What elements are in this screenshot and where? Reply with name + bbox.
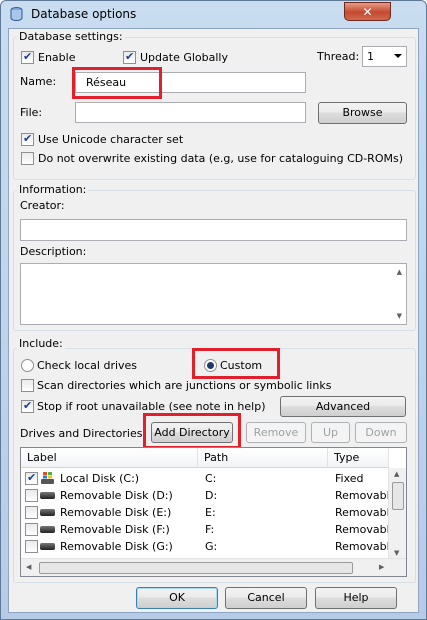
scroll-right-arrow-icon[interactable]: ▶: [379, 563, 384, 571]
no-overwrite-checkbox[interactable]: [21, 152, 34, 165]
check-local-drives-radio[interactable]: [21, 359, 34, 372]
include-legend: Include:: [17, 337, 65, 350]
description-textarea[interactable]: ▲ ▼: [20, 263, 407, 325]
information-legend: Information:: [17, 183, 89, 196]
row-checkbox[interactable]: [25, 540, 38, 553]
down-button[interactable]: Down: [355, 422, 407, 443]
close-button[interactable]: ✕: [344, 2, 391, 21]
custom-highlight-box: [192, 348, 280, 379]
row-path: F:: [205, 523, 215, 536]
enable-label: Enable: [38, 51, 76, 64]
thread-select[interactable]: 1: [362, 46, 407, 67]
chevron-down-icon: [394, 54, 402, 58]
description-label: Description:: [20, 245, 87, 258]
row-checkbox[interactable]: [25, 489, 38, 502]
unicode-checkbox[interactable]: [21, 132, 34, 146]
horizontal-scrollbar[interactable]: ◀ ▶: [21, 558, 406, 576]
update-globally-label: Update Globally: [140, 51, 228, 64]
scroll-thumb-horizontal[interactable]: [39, 562, 353, 574]
check-local-drives-label: Check local drives: [37, 359, 138, 372]
column-header-path[interactable]: Path: [198, 448, 328, 468]
table-row[interactable]: Removable Disk (E:) E: Removable: [21, 504, 396, 521]
file-label: File:: [20, 106, 43, 119]
thread-label: Thread:: [317, 50, 360, 63]
scroll-left-arrow-icon[interactable]: ◀: [26, 563, 31, 571]
ok-button[interactable]: OK: [136, 587, 218, 609]
creator-label: Creator:: [20, 199, 65, 212]
row-path: E:: [205, 506, 216, 519]
stop-root-checkbox[interactable]: [21, 399, 34, 413]
row-label: Removable Disk (G:): [60, 540, 173, 553]
vertical-scrollbar[interactable]: ▲ ▼: [388, 468, 406, 559]
drives-list[interactable]: Label Path Type Local Disk (C:) C: Fixed…: [20, 447, 407, 577]
row-path: G:: [205, 540, 218, 553]
windows-drive-icon: [41, 472, 54, 484]
row-type: Fixed: [335, 472, 364, 485]
scroll-up-arrow-icon[interactable]: ▲: [397, 268, 402, 276]
thread-select-value: 1: [367, 50, 374, 63]
scroll-thumb[interactable]: [392, 482, 404, 510]
database-options-dialog: Database options ✕ Database settings: En…: [0, 0, 427, 620]
enable-checkbox[interactable]: [21, 50, 34, 64]
row-checkbox[interactable]: [25, 523, 38, 536]
row-label: Removable Disk (E:): [60, 506, 172, 519]
column-header-label[interactable]: Label: [21, 448, 198, 468]
add-directory-highlight-box: [143, 413, 241, 449]
name-highlight-box: [72, 67, 162, 99]
row-label: Removable Disk (D:): [60, 489, 173, 502]
name-label: Name:: [20, 75, 57, 88]
update-globally-checkbox[interactable]: [123, 50, 136, 64]
scroll-down-arrow-icon[interactable]: ▼: [397, 312, 402, 320]
database-icon: [10, 7, 23, 21]
row-path: C:: [205, 472, 217, 485]
drives-directories-label: Drives and Directories:: [20, 427, 147, 440]
removable-disk-icon: [40, 509, 55, 516]
table-row[interactable]: Removable Disk (F:) F: Removable: [21, 521, 396, 538]
title-bar[interactable]: Database options ✕: [1, 1, 426, 28]
window-title: Database options: [31, 7, 137, 21]
scan-junctions-label: Scan directories which are junctions or …: [37, 379, 332, 392]
row-label: Removable Disk (F:): [60, 523, 170, 536]
cancel-button[interactable]: Cancel: [225, 587, 307, 609]
up-button[interactable]: Up: [311, 422, 350, 443]
table-row[interactable]: Removable Disk (D:) D: Removable: [21, 487, 396, 504]
browse-button[interactable]: Browse: [318, 102, 407, 124]
row-path: D:: [205, 489, 218, 502]
help-button[interactable]: Help: [315, 587, 397, 609]
unicode-label: Use Unicode character set: [38, 133, 184, 146]
table-row[interactable]: Removable Disk (G:) G: Removable: [21, 538, 396, 555]
file-input[interactable]: [75, 102, 306, 123]
scroll-down-arrow-icon[interactable]: ▼: [394, 549, 399, 557]
column-header-type[interactable]: Type: [328, 448, 389, 468]
row-label: Local Disk (C:): [60, 472, 140, 485]
dialog-client-area: Database settings: Enable Update Globall…: [8, 28, 419, 613]
remove-button[interactable]: Remove: [246, 422, 306, 443]
removable-disk-icon: [40, 526, 55, 533]
scroll-up-arrow-icon[interactable]: ▲: [394, 470, 399, 478]
advanced-button[interactable]: Advanced: [280, 396, 406, 417]
no-overwrite-label: Do not overwrite existing data (e.g, use…: [38, 152, 403, 165]
database-settings-legend: Database settings:: [17, 30, 125, 43]
removable-disk-icon: [40, 492, 55, 499]
row-checkbox[interactable]: [25, 471, 38, 485]
removable-disk-icon: [40, 543, 55, 550]
creator-input[interactable]: [20, 219, 407, 241]
table-row[interactable]: Local Disk (C:) C: Fixed: [21, 470, 389, 487]
row-checkbox[interactable]: [25, 506, 38, 519]
stop-root-label: Stop if root unavailable (see note in he…: [37, 400, 266, 413]
scan-junctions-checkbox[interactable]: [21, 379, 34, 392]
